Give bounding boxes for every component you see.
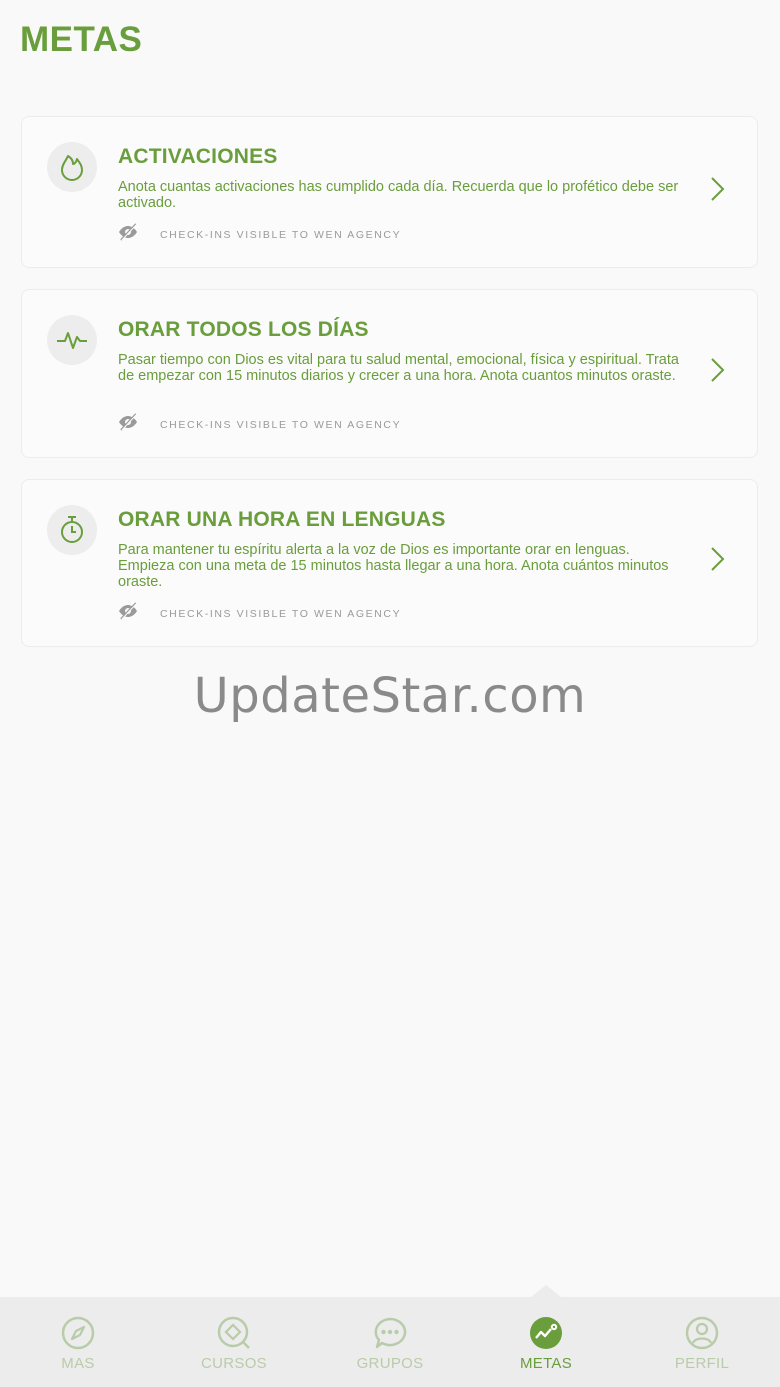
- page-title: METAS: [20, 20, 143, 59]
- checkin-visibility: CHECK-INS VISIBLE TO WEN AGENCY: [118, 413, 401, 436]
- tab-label: GRUPOS: [356, 1355, 424, 1372]
- tab-label: MAS: [61, 1355, 95, 1372]
- chat-icon: [373, 1316, 407, 1350]
- active-tab-indicator: [531, 1285, 561, 1297]
- chevron-right-icon[interactable]: [707, 176, 727, 202]
- chevron-right-icon[interactable]: [707, 357, 727, 383]
- checkin-visibility: CHECK-INS VISIBLE TO WEN AGENCY: [118, 602, 401, 625]
- pulse-icon: [47, 315, 97, 365]
- chevron-right-icon[interactable]: [707, 546, 727, 572]
- courses-icon: [217, 1316, 251, 1350]
- goal-title: ORAR TODOS LOS DÍAS: [118, 318, 369, 341]
- goal-description: Para mantener tu espíritu alerta a la vo…: [118, 542, 669, 590]
- goal-title: ACTIVACIONES: [118, 145, 278, 168]
- tab-mas[interactable]: MAS: [0, 1297, 156, 1387]
- tab-label: PERFIL: [674, 1355, 730, 1372]
- checkin-visibility: CHECK-INS VISIBLE TO WEN AGENCY: [118, 223, 401, 246]
- goal-card-orar-todos-los-dias[interactable]: ORAR TODOS LOS DÍAS Pasar tiempo con Dio…: [21, 289, 758, 458]
- eye-off-icon: [118, 413, 138, 436]
- checkin-label: CHECK-INS VISIBLE TO WEN AGENCY: [160, 418, 402, 431]
- watermark: UpdateStar.com: [193, 668, 587, 724]
- stopwatch-icon: [47, 505, 97, 555]
- compass-icon: [61, 1316, 95, 1350]
- goals-icon: [529, 1316, 563, 1350]
- checkin-label: CHECK-INS VISIBLE TO WEN AGENCY: [160, 607, 402, 620]
- eye-off-icon: [118, 223, 138, 246]
- goal-card-activaciones[interactable]: ACTIVACIONES Anota cuantas activaciones …: [21, 116, 758, 268]
- goal-description: Pasar tiempo con Dios es vital para tu s…: [118, 352, 679, 384]
- profile-icon: [685, 1316, 719, 1350]
- tab-perfil[interactable]: PERFIL: [624, 1297, 780, 1387]
- tab-metas[interactable]: METAS: [468, 1297, 624, 1387]
- goal-card-orar-en-lenguas[interactable]: ORAR UNA HORA EN LENGUAS Para mantener t…: [21, 479, 758, 647]
- tab-grupos[interactable]: GRUPOS: [312, 1297, 468, 1387]
- goal-title: ORAR UNA HORA EN LENGUAS: [118, 508, 446, 531]
- bottom-tab-bar: MAS CURSOS GRUPOS METAS PERFIL: [0, 1285, 780, 1387]
- tab-cursos[interactable]: CURSOS: [156, 1297, 312, 1387]
- eye-off-icon: [118, 602, 138, 625]
- checkin-label: CHECK-INS VISIBLE TO WEN AGENCY: [160, 228, 402, 241]
- tab-label: CURSOS: [201, 1355, 267, 1372]
- tab-label: METAS: [519, 1355, 573, 1372]
- flame-icon: [47, 142, 97, 192]
- goal-description: Anota cuantas activaciones has cumplido …: [118, 179, 679, 211]
